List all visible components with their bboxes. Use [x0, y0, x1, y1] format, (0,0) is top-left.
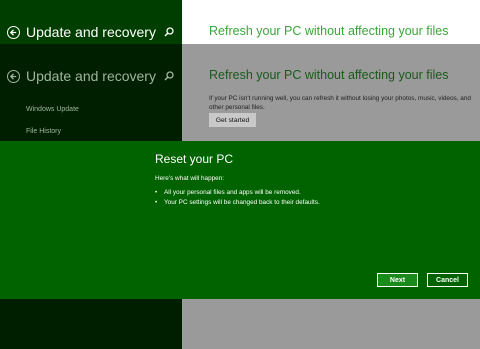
refresh-description: If your PC isn't running well, you can r…	[209, 95, 471, 111]
list-item: • Your PC settings will be changed back t…	[155, 199, 320, 206]
back-arrow-icon[interactable]	[7, 69, 20, 83]
sidebar-item-windows-update[interactable]: Windows Update	[26, 106, 79, 113]
top-page-title: Refresh your PC without affecting your f…	[209, 24, 449, 38]
reset-dialog: Reset your PC Here's what will happen: •…	[0, 141, 480, 299]
next-button[interactable]: Next	[377, 273, 418, 287]
list-item: • All your personal files and apps will b…	[155, 189, 301, 196]
get-started-button[interactable]: Get started	[209, 113, 256, 127]
back-arrow-icon[interactable]	[7, 25, 20, 39]
top-back-header[interactable]: Update and recovery	[7, 24, 156, 40]
top-back-label: Update and recovery	[26, 24, 156, 40]
bullet-icon: •	[155, 199, 158, 206]
search-icon[interactable]	[164, 27, 174, 37]
dialog-title: Reset your PC	[155, 152, 234, 166]
dialog-subtitle: Here's what will happen:	[155, 175, 225, 182]
back-header[interactable]: Update and recovery	[7, 68, 156, 84]
page-title: Refresh your PC without affecting your f…	[209, 68, 449, 82]
search-icon[interactable]	[164, 71, 174, 81]
sidebar-item-file-history[interactable]: File History	[26, 128, 61, 135]
cancel-button[interactable]: Cancel	[427, 273, 468, 287]
dialog-list: • All your personal files and apps will b…	[155, 188, 320, 208]
bullet-icon: •	[155, 189, 158, 196]
back-label: Update and recovery	[26, 68, 156, 84]
